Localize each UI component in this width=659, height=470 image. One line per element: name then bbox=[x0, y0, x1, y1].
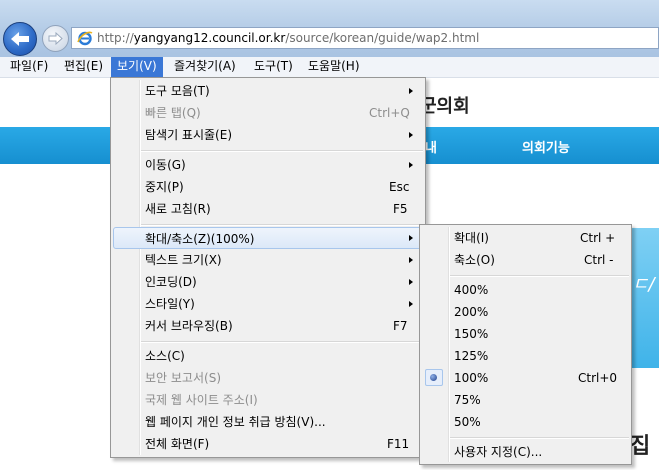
menu-item-international-address: 국제 웹 사이트 주소(I) bbox=[113, 389, 423, 411]
menu-item-label: 사용자 지정(C)... bbox=[454, 445, 543, 459]
menu-separator bbox=[141, 341, 423, 343]
page-heading: 집 bbox=[630, 434, 651, 459]
submenu-arrow-icon bbox=[409, 257, 413, 263]
view-menu: 도구 모음(T) 빠른 탭(Q) Ctrl+Q 탐색기 표시줄(E) 이동(G)… bbox=[110, 77, 426, 458]
back-arrow-icon bbox=[11, 32, 29, 46]
ie-logo-icon bbox=[77, 31, 93, 46]
url-prefix: http:// bbox=[97, 31, 134, 45]
menu-item-shortcut: Ctrl+0 bbox=[578, 371, 618, 385]
menu-item-shortcut: F7 bbox=[393, 319, 408, 333]
menu-item-label: 소스(C) bbox=[145, 349, 185, 363]
menu-item-source[interactable]: 소스(C) bbox=[113, 345, 423, 367]
menu-item-label: 이동(G) bbox=[145, 158, 186, 172]
menu-item-shortcut: Ctrl+Q bbox=[369, 106, 410, 120]
submenu-arrow-icon bbox=[409, 162, 413, 168]
menu-item-style[interactable]: 스타일(Y) bbox=[113, 293, 423, 315]
menu-item-label: 전체 화면(F) bbox=[145, 437, 210, 451]
menu-item-caret-browsing[interactable]: 커서 브라우징(B) F7 bbox=[113, 315, 423, 337]
menu-separator bbox=[450, 275, 629, 277]
menu-file[interactable]: 파일(F) bbox=[4, 57, 54, 77]
menu-item-label: 200% bbox=[454, 305, 489, 319]
menu-item-zoom-75[interactable]: 75% bbox=[422, 389, 629, 411]
address-bar[interactable]: http://yangyang12.council.or.kr/source/k… bbox=[71, 27, 659, 49]
menu-item-shortcut: Ctrl - bbox=[584, 253, 614, 267]
menu-item-zoom-50[interactable]: 50% bbox=[422, 411, 629, 433]
forward-arrow-icon bbox=[48, 31, 63, 46]
menu-item-label: 100% bbox=[454, 371, 489, 385]
menu-item-label: 확대/축소(Z)(100%) bbox=[145, 232, 255, 246]
menu-item-shortcut: Esc bbox=[389, 180, 410, 194]
radio-selected-icon bbox=[430, 374, 437, 381]
menu-item-full-screen[interactable]: 전체 화면(F) F11 bbox=[113, 433, 423, 455]
menu-item-shortcut: Ctrl + bbox=[580, 231, 616, 245]
menu-item-quick-tabs: 빠른 탭(Q) Ctrl+Q bbox=[113, 102, 423, 124]
menu-item-label: 텍스트 크기(X) bbox=[145, 253, 222, 267]
menu-item-security-report: 보안 보고서(S) bbox=[113, 367, 423, 389]
menu-item-label: 새로 고침(R) bbox=[145, 202, 211, 216]
submenu-arrow-icon bbox=[409, 235, 413, 241]
menu-separator bbox=[141, 224, 423, 226]
menu-item-label: 탐색기 표시줄(E) bbox=[145, 128, 233, 142]
menu-tools[interactable]: 도구(T) bbox=[248, 57, 299, 77]
url-text[interactable]: http://yangyang12.council.or.kr/source/k… bbox=[97, 31, 479, 45]
menu-edit[interactable]: 편집(E) bbox=[58, 57, 109, 77]
menu-item-zoom-125[interactable]: 125% bbox=[422, 345, 629, 367]
nav-item-partial[interactable]: 내 bbox=[425, 137, 437, 156]
menu-item-stop[interactable]: 중지(P) Esc bbox=[113, 176, 423, 198]
menu-item-label: 축소(O) bbox=[454, 253, 495, 267]
menu-item-zoom-200[interactable]: 200% bbox=[422, 301, 629, 323]
menu-help[interactable]: 도움말(H) bbox=[302, 57, 366, 77]
menu-item-explorer-bars[interactable]: 탐색기 표시줄(E) bbox=[113, 124, 423, 146]
submenu-arrow-icon bbox=[409, 132, 413, 138]
menu-item-shortcut: F11 bbox=[387, 437, 410, 451]
menu-item-label: 125% bbox=[454, 349, 489, 363]
menu-item-toolbars[interactable]: 도구 모음(T) bbox=[113, 80, 423, 102]
menu-bar: 파일(F) 편집(E) 보기(V) 즐겨찾기(A) 도구(T) 도움말(H) bbox=[0, 57, 659, 78]
menu-item-label: 150% bbox=[454, 327, 489, 341]
menu-item-refresh[interactable]: 새로 고침(R) F5 bbox=[113, 198, 423, 220]
menu-item-label: 400% bbox=[454, 283, 489, 297]
url-path: /source/korean/guide/wap2.html bbox=[285, 31, 480, 45]
menu-item-zoom-out[interactable]: 축소(O) Ctrl - bbox=[422, 249, 629, 271]
submenu-arrow-icon bbox=[409, 301, 413, 307]
menu-item-label: 50% bbox=[454, 415, 481, 429]
menu-item-label: 커서 브라우징(B) bbox=[145, 319, 233, 333]
zoom-submenu: 확대(I) Ctrl + 축소(O) Ctrl - 400% 200% 150%… bbox=[419, 224, 632, 465]
menu-item-label: 웹 페이지 개인 정보 취급 방침(V)... bbox=[145, 415, 326, 429]
forward-button[interactable] bbox=[42, 25, 69, 52]
menu-item-shortcut: F5 bbox=[393, 202, 408, 216]
menu-item-zoom-custom[interactable]: 사용자 지정(C)... bbox=[422, 441, 629, 463]
menu-item-zoom-150[interactable]: 150% bbox=[422, 323, 629, 345]
menu-item-label: 확대(I) bbox=[454, 231, 489, 245]
submenu-arrow-icon bbox=[409, 88, 413, 94]
menu-item-zoom[interactable]: 확대/축소(Z)(100%) bbox=[113, 227, 423, 249]
menu-item-label: 인코딩(D) bbox=[145, 275, 197, 289]
menu-item-privacy-policy[interactable]: 웹 페이지 개인 정보 취급 방침(V)... bbox=[113, 411, 423, 433]
menu-item-label: 보안 보고서(S) bbox=[145, 371, 221, 385]
menu-item-encoding[interactable]: 인코딩(D) bbox=[113, 271, 423, 293]
menu-item-go-to[interactable]: 이동(G) bbox=[113, 154, 423, 176]
nav-item-council-functions[interactable]: 의회기능 bbox=[522, 137, 570, 156]
browser-toolbar: http://yangyang12.council.or.kr/source/k… bbox=[0, 0, 659, 57]
menu-item-label: 빠른 탭(Q) bbox=[145, 106, 201, 120]
menu-separator bbox=[141, 150, 423, 152]
menu-separator bbox=[450, 437, 629, 439]
url-host: yangyang12.council.or.kr bbox=[133, 31, 286, 45]
menu-item-zoom-100[interactable]: 100% Ctrl+0 bbox=[422, 367, 629, 389]
menu-item-zoom-400[interactable]: 400% bbox=[422, 279, 629, 301]
menu-item-label: 중지(P) bbox=[145, 180, 184, 194]
menu-item-label: 스타일(Y) bbox=[145, 297, 195, 311]
menu-favorites[interactable]: 즐겨찾기(A) bbox=[168, 57, 242, 77]
menu-item-text-size[interactable]: 텍스트 크기(X) bbox=[113, 249, 423, 271]
back-button[interactable] bbox=[3, 22, 37, 56]
menu-item-label: 국제 웹 사이트 주소(I) bbox=[145, 393, 258, 407]
submenu-arrow-icon bbox=[409, 279, 413, 285]
menu-view[interactable]: 보기(V) bbox=[111, 57, 163, 77]
banner-image bbox=[630, 228, 659, 368]
site-title: 군의회 bbox=[420, 96, 470, 117]
menu-item-label: 도구 모음(T) bbox=[145, 84, 210, 98]
banner-text: ㄷ/ bbox=[632, 274, 655, 295]
menu-item-zoom-in[interactable]: 확대(I) Ctrl + bbox=[422, 227, 629, 249]
menu-item-label: 75% bbox=[454, 393, 481, 407]
